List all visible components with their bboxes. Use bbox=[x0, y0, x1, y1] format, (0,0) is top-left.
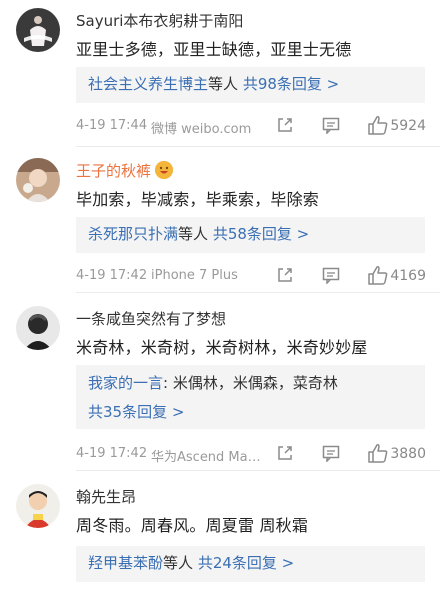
comment-text: 米奇林，米奇树，米奇树林，米奇妙妙屋 bbox=[76, 338, 368, 357]
like-icon[interactable] bbox=[367, 442, 389, 468]
comment-time: 4-19 17:44 bbox=[76, 118, 148, 133]
like-icon[interactable] bbox=[367, 114, 389, 140]
share-icon[interactable] bbox=[276, 444, 294, 466]
comment-time: 4-19 17:42 bbox=[76, 446, 148, 461]
comment-source: 华为Ascend Mate 7 bbox=[151, 450, 263, 465]
avatar[interactable] bbox=[16, 306, 60, 350]
reply-preview[interactable]: 杀死那只扑满等人 共58条回复 > bbox=[76, 217, 425, 253]
reply-preview[interactable]: 我家的一言: 米偶林，米偶森，菜奇林 共35条回复 > bbox=[76, 365, 425, 429]
smile-icon bbox=[155, 161, 174, 179]
reply-count-link[interactable]: 共98条回复 > bbox=[243, 75, 339, 93]
share-icon[interactable] bbox=[276, 116, 294, 138]
comment-username-text[interactable]: 王子的秋裤 bbox=[76, 162, 151, 180]
avatar[interactable] bbox=[16, 8, 60, 52]
comment-source: 微博 weibo.com bbox=[151, 122, 252, 137]
comment-item: 翰先生昂 周冬雨。周春风。周夏雷 周秋霜 羟甲基苯酚等人 共24条回复 > bbox=[0, 472, 440, 593]
like-count: 5924 bbox=[390, 118, 426, 134]
like-icon[interactable] bbox=[367, 264, 389, 290]
comment-time: 4-19 17:42 bbox=[76, 268, 148, 283]
like-count: 4169 bbox=[390, 268, 426, 284]
comment-meta: 4-19 17:42 iPhone 7 Plus 4169 bbox=[76, 266, 426, 286]
comment-username[interactable]: Sayuri本布衣躬耕于南阳 bbox=[76, 10, 243, 31]
comment-username[interactable]: 翰先生昂 bbox=[76, 486, 136, 507]
reply-suffix: 等人 bbox=[208, 75, 239, 93]
reply-count-link[interactable]: 共35条回复 > bbox=[88, 403, 184, 421]
reply-count-link[interactable]: 共58条回复 > bbox=[213, 225, 309, 243]
reply-users-link[interactable]: 我家的一言 bbox=[88, 374, 163, 392]
comment-item: 一条咸鱼突然有了梦想 米奇林，米奇树，米奇树林，米奇妙妙屋 我家的一言: 米偶林… bbox=[0, 294, 440, 472]
comment-icon[interactable] bbox=[322, 445, 340, 466]
reply-users-link[interactable]: 杀死那只扑满 bbox=[88, 225, 178, 243]
share-icon[interactable] bbox=[276, 266, 294, 288]
comment-text: 周冬雨。周春风。周夏雷 周秋霜 bbox=[76, 516, 309, 535]
reply-preview[interactable]: 羟甲基苯酚等人 共24条回复 > bbox=[76, 546, 425, 582]
reply-users-link[interactable]: 社会主义养生博主 bbox=[88, 75, 208, 93]
reply-suffix: 等人 bbox=[178, 225, 209, 243]
reply-preview[interactable]: 社会主义养生博主等人 共98条回复 > bbox=[76, 67, 425, 103]
divider bbox=[76, 292, 440, 293]
divider bbox=[76, 470, 440, 471]
comment-icon[interactable] bbox=[322, 117, 340, 138]
reply-users-link[interactable]: 羟甲基苯酚 bbox=[88, 554, 163, 572]
comment-username[interactable]: 一条咸鱼突然有了梦想 bbox=[76, 308, 226, 329]
comment-source: iPhone 7 Plus bbox=[151, 268, 238, 283]
comment-username[interactable]: 王子的秋裤 bbox=[76, 160, 174, 181]
comment-item: 王子的秋裤 毕加索，毕减索，毕乘索，毕除索 杀死那只扑满等人 共58条回复 > … bbox=[0, 150, 440, 294]
reply-suffix: 等人 bbox=[163, 554, 194, 572]
avatar[interactable] bbox=[16, 484, 60, 528]
avatar[interactable] bbox=[16, 158, 60, 202]
comment-item: Sayuri本布衣躬耕于南阳 亚里士多德，亚里士缺德，亚里士无德 社会主义养生博… bbox=[0, 0, 440, 150]
comment-meta: 4-19 17:44 微博 weibo.com 5924 bbox=[76, 116, 426, 138]
divider bbox=[76, 146, 440, 147]
comment-text: 毕加索，毕减索，毕乘索，毕除索 bbox=[76, 190, 320, 209]
reply-quote: 米偶林，米偶森，菜奇林 bbox=[172, 374, 338, 392]
like-count: 3880 bbox=[390, 446, 426, 462]
comment-text: 亚里士多德，亚里士缺德，亚里士无德 bbox=[76, 40, 352, 59]
comment-meta: 4-19 17:42 华为Ascend Mate 7 3880 bbox=[76, 444, 426, 466]
comment-icon[interactable] bbox=[322, 267, 340, 288]
reply-count-link[interactable]: 共24条回复 > bbox=[198, 554, 294, 572]
